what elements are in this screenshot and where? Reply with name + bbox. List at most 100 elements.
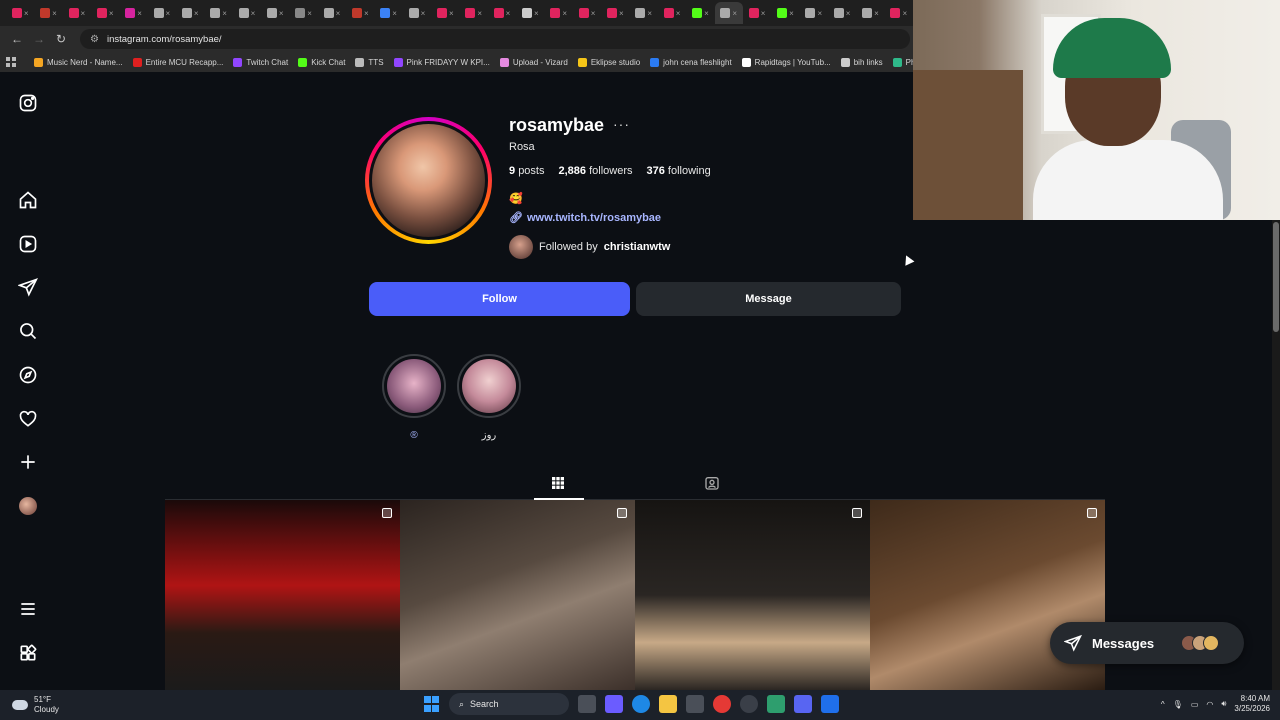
tab-close-icon[interactable]: × bbox=[109, 9, 114, 18]
bookmark-item[interactable]: bih links bbox=[840, 57, 883, 67]
following-stat[interactable]: 376 following bbox=[646, 165, 710, 177]
browser-tab[interactable]: × bbox=[885, 2, 913, 24]
browser-tab[interactable]: × bbox=[374, 2, 402, 24]
tab-close-icon[interactable]: × bbox=[364, 9, 369, 18]
browser-tab[interactable]: × bbox=[686, 2, 714, 24]
post-thumbnail[interactable] bbox=[400, 500, 635, 690]
tab-close-icon[interactable]: × bbox=[194, 9, 199, 18]
bookmark-item[interactable]: TTS bbox=[355, 57, 384, 67]
reels-icon[interactable] bbox=[17, 233, 39, 255]
browser-tab[interactable]: × bbox=[289, 2, 317, 24]
taskbar-search[interactable]: ⌕ Search bbox=[449, 693, 569, 715]
browser-tab[interactable]: × bbox=[516, 2, 544, 24]
browser-tab[interactable]: × bbox=[346, 2, 374, 24]
browser-tab[interactable]: × bbox=[828, 2, 856, 24]
followed-by[interactable]: Followed by christianwtw bbox=[509, 235, 670, 259]
bookmark-item[interactable]: Upload - Vizard bbox=[499, 57, 568, 67]
tab-close-icon[interactable]: × bbox=[52, 9, 57, 18]
browser-tab[interactable]: × bbox=[261, 2, 289, 24]
story-highlight-2[interactable]: ﺭﻭﺯ bbox=[457, 354, 521, 441]
tab-close-icon[interactable]: × bbox=[251, 9, 256, 18]
bookmark-item[interactable]: Pink FRIDAYY W KPI... bbox=[393, 57, 490, 67]
browser-tab[interactable]: × bbox=[176, 2, 204, 24]
tab-close-icon[interactable]: × bbox=[24, 9, 29, 18]
browser-tab[interactable]: × bbox=[403, 2, 431, 24]
story-highlight-1[interactable]: ® bbox=[382, 354, 446, 441]
tab-close-icon[interactable]: × bbox=[137, 9, 142, 18]
mic-icon[interactable]: 🎙︎ bbox=[1173, 700, 1183, 709]
create-plus-icon[interactable] bbox=[17, 451, 39, 473]
task-view-icon[interactable] bbox=[578, 695, 596, 713]
tab-close-icon[interactable]: × bbox=[166, 9, 171, 18]
tab-close-icon[interactable]: × bbox=[449, 9, 454, 18]
edge-icon[interactable] bbox=[632, 695, 650, 713]
forward-icon[interactable]: → bbox=[28, 32, 50, 46]
tab-close-icon[interactable]: × bbox=[534, 9, 539, 18]
copilot-icon[interactable] bbox=[605, 695, 623, 713]
instagram-logo-icon[interactable] bbox=[17, 92, 39, 114]
tab-close-icon[interactable]: × bbox=[647, 9, 652, 18]
tab-close-icon[interactable]: × bbox=[732, 9, 737, 18]
volume-icon[interactable]: 🔊︎ bbox=[1221, 699, 1226, 709]
profile-avatar-story-ring[interactable] bbox=[365, 117, 492, 244]
tab-close-icon[interactable]: × bbox=[222, 9, 227, 18]
browser-tab[interactable]: × bbox=[233, 2, 261, 24]
profile-avatar-icon[interactable] bbox=[17, 495, 39, 517]
chrome-icon[interactable] bbox=[713, 695, 731, 713]
tab-close-icon[interactable]: × bbox=[704, 9, 709, 18]
browser-tab[interactable]: × bbox=[800, 2, 828, 24]
home-icon[interactable] bbox=[17, 189, 39, 211]
bookmark-item[interactable]: Entire MCU Recapp... bbox=[132, 57, 223, 67]
browser-tab[interactable]: × bbox=[658, 2, 686, 24]
file-explorer-icon[interactable] bbox=[659, 695, 677, 713]
tab-close-icon[interactable]: × bbox=[562, 9, 567, 18]
browser-tab[interactable]: × bbox=[601, 2, 629, 24]
wifi-icon[interactable]: ◠ bbox=[1206, 700, 1213, 709]
tab-close-icon[interactable]: × bbox=[761, 9, 766, 18]
bookmark-item[interactable]: Photopea bbox=[892, 57, 913, 67]
posts-grid-tab-icon[interactable] bbox=[548, 473, 568, 493]
tab-close-icon[interactable]: × bbox=[279, 9, 284, 18]
app-icon[interactable] bbox=[821, 695, 839, 713]
browser-tab[interactable]: × bbox=[460, 2, 488, 24]
explore-icon[interactable] bbox=[17, 364, 39, 386]
tab-close-icon[interactable]: × bbox=[336, 9, 341, 18]
bookmark-item[interactable]: Kick Chat bbox=[298, 57, 345, 67]
browser-tab[interactable]: × bbox=[573, 2, 601, 24]
tray-chevron-icon[interactable]: ^ bbox=[1161, 700, 1165, 709]
tab-close-icon[interactable]: × bbox=[902, 9, 907, 18]
browser-tab[interactable]: × bbox=[6, 2, 34, 24]
browser-tab[interactable]: × bbox=[204, 2, 232, 24]
browser-tab[interactable]: × bbox=[119, 2, 147, 24]
tab-close-icon[interactable]: × bbox=[506, 9, 511, 18]
menu-icon[interactable] bbox=[17, 598, 39, 620]
browser-tab[interactable]: × bbox=[91, 2, 119, 24]
bookmark-item[interactable]: john cena fleshlight bbox=[650, 57, 732, 67]
clock[interactable]: 8:40 AM 3/25/2026 bbox=[1234, 694, 1270, 714]
bookmark-item[interactable]: Eklipse studio bbox=[577, 57, 640, 67]
discord-icon[interactable] bbox=[794, 695, 812, 713]
followers-stat[interactable]: 2,886 followers bbox=[558, 165, 632, 177]
browser-tab[interactable]: × bbox=[630, 2, 658, 24]
reload-icon[interactable]: ↻ bbox=[50, 32, 72, 46]
bookmark-item[interactable]: Rapidtags | YouTub... bbox=[741, 57, 831, 67]
store-icon[interactable] bbox=[686, 695, 704, 713]
notepad-icon[interactable] bbox=[767, 695, 785, 713]
browser-tab[interactable]: × bbox=[318, 2, 346, 24]
browser-tab[interactable]: × bbox=[431, 2, 459, 24]
tagged-tab-icon[interactable] bbox=[702, 473, 722, 493]
follow-button[interactable]: Follow bbox=[369, 282, 630, 316]
site-settings-icon[interactable]: ⚙ bbox=[90, 34, 99, 45]
tab-close-icon[interactable]: × bbox=[392, 9, 397, 18]
browser-tab[interactable]: × bbox=[63, 2, 91, 24]
browser-tab[interactable]: × bbox=[771, 2, 799, 24]
bookmark-item[interactable]: Music Nerd - Name... bbox=[34, 57, 123, 67]
url-field[interactable]: ⚙ instagram.com/rosamybae/ bbox=[80, 29, 910, 49]
message-button[interactable]: Message bbox=[636, 282, 901, 316]
search-icon[interactable] bbox=[17, 320, 39, 342]
scrollbar-thumb[interactable] bbox=[1273, 222, 1279, 332]
browser-tab[interactable]: × bbox=[488, 2, 516, 24]
messages-pill[interactable]: Messages bbox=[1050, 622, 1244, 664]
post-thumbnail[interactable] bbox=[635, 500, 870, 690]
tab-close-icon[interactable]: × bbox=[817, 9, 822, 18]
